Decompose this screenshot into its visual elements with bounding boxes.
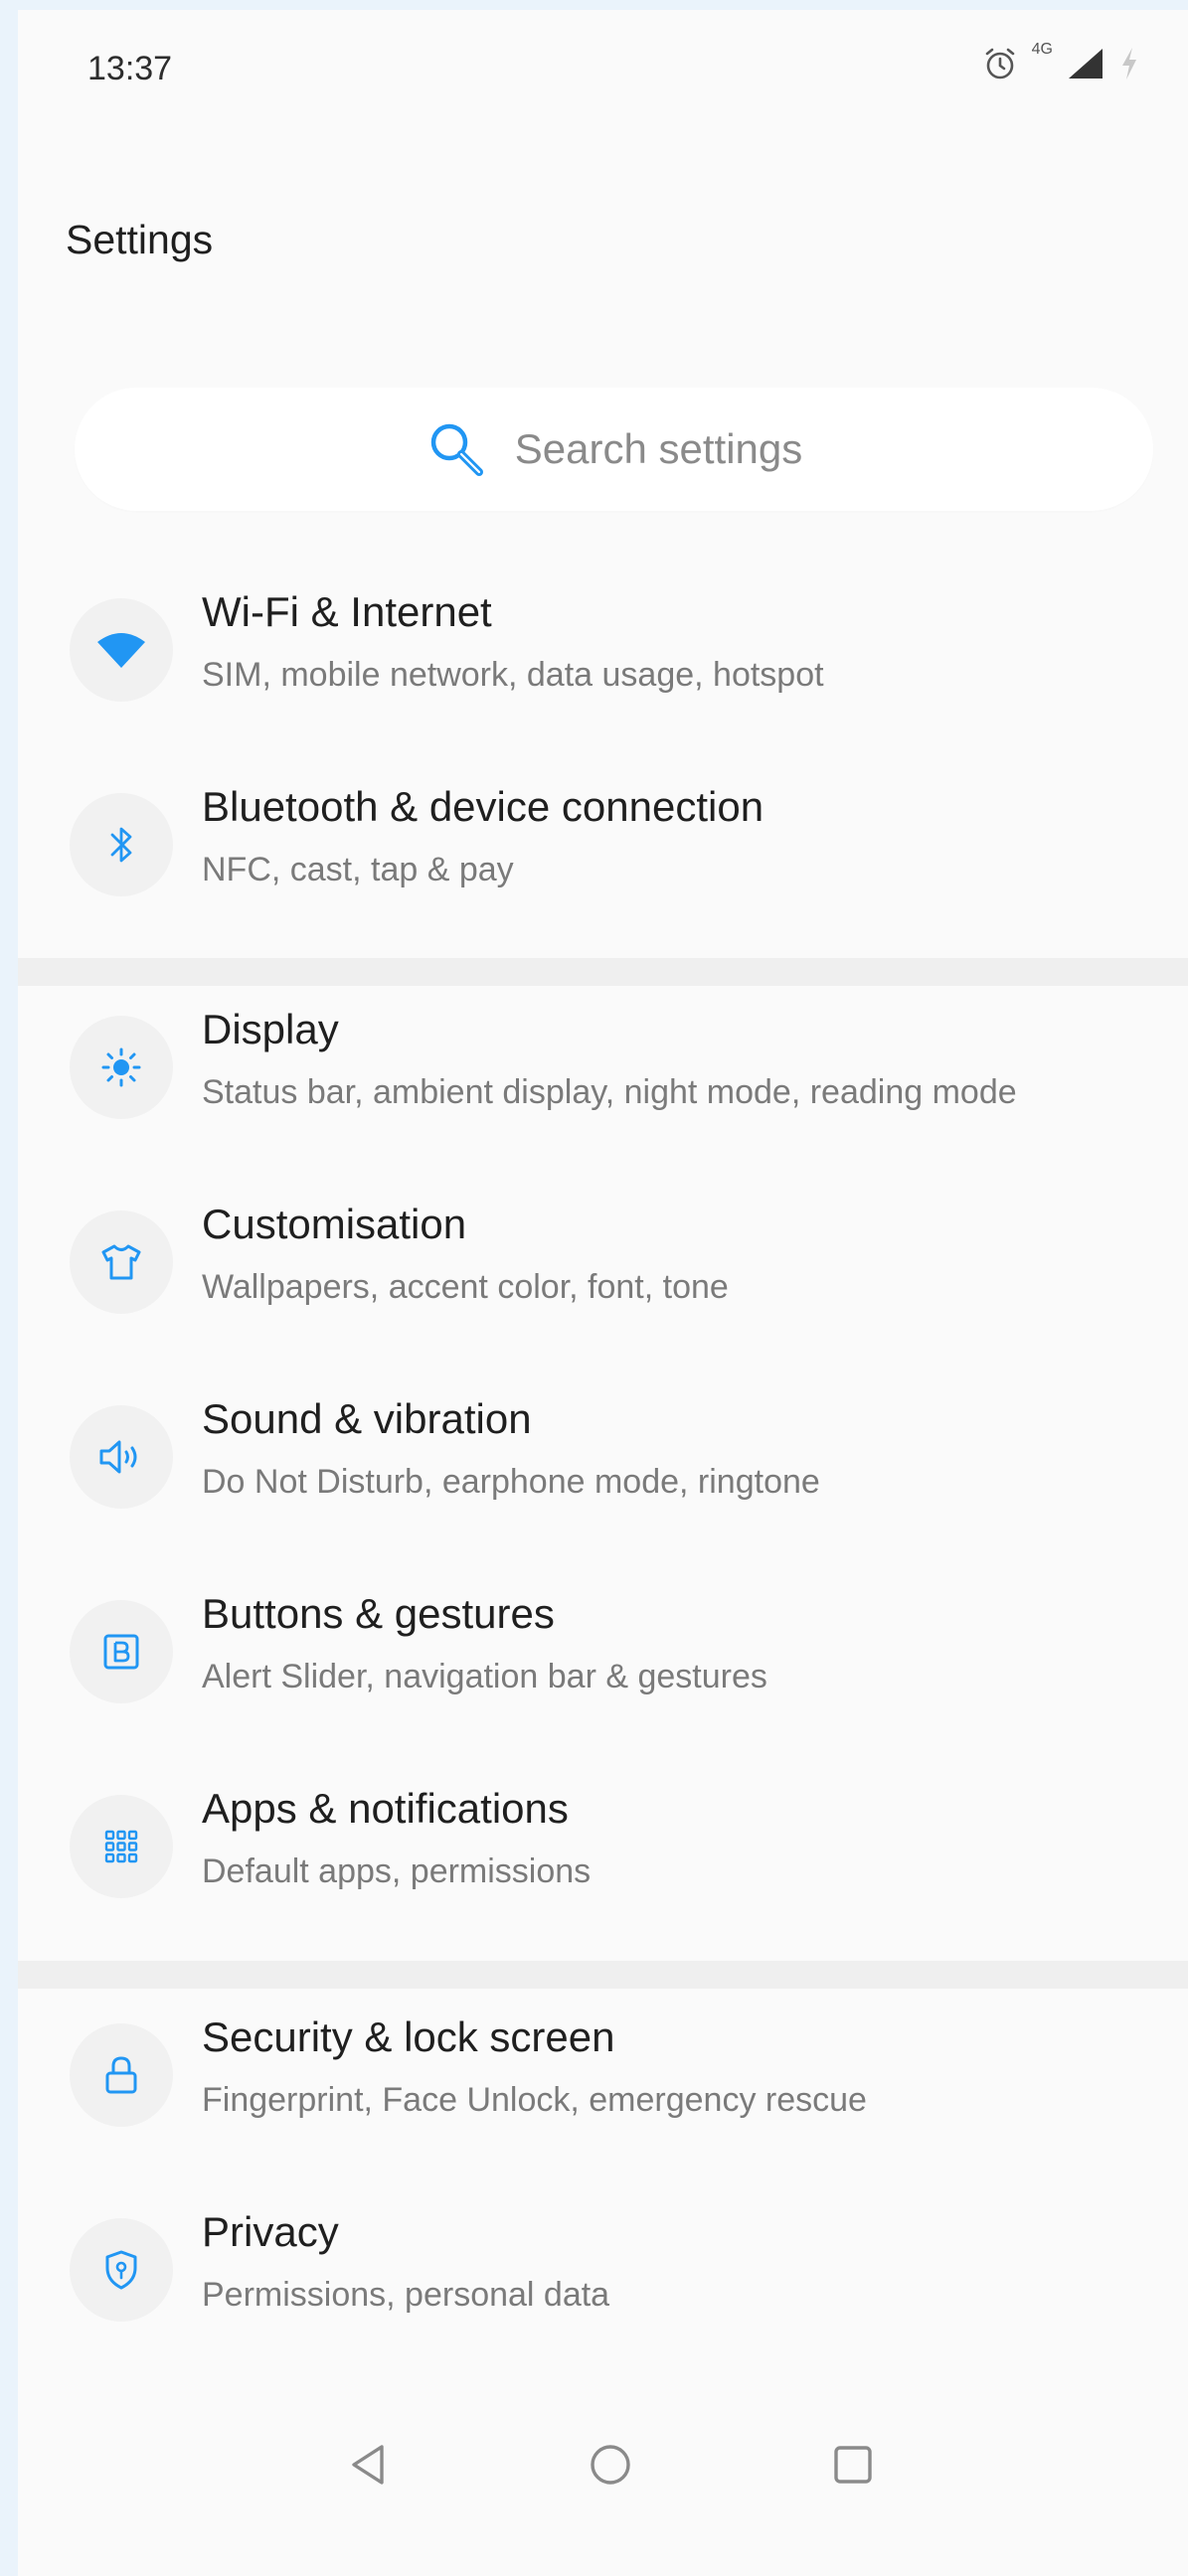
settings-item-bluetooth[interactable]: Bluetooth & device connection NFC, cast,…	[18, 747, 1188, 942]
wifi-icon	[70, 598, 173, 702]
status-bar: 13:37 4G	[18, 10, 1188, 119]
settings-item-security-lock-screen[interactable]: Security & lock screen Fingerprint, Face…	[18, 1978, 1188, 2173]
item-title: Sound & vibration	[202, 1395, 532, 1442]
search-placeholder: Search settings	[514, 425, 803, 472]
item-title: Wi-Fi & Internet	[202, 588, 492, 635]
settings-item-display[interactable]: Display Status bar, ambient display, nig…	[18, 970, 1188, 1165]
item-title: Display	[202, 1006, 339, 1052]
alarm-icon	[982, 46, 1018, 81]
back-icon[interactable]	[328, 2425, 408, 2504]
network-type-label: 4G	[1031, 41, 1053, 58]
search-icon	[425, 418, 487, 480]
settings-item-customisation[interactable]: Customisation Wallpapers, accent color, …	[18, 1165, 1188, 1360]
bluetooth-icon	[70, 793, 173, 896]
settings-item-buttons-gestures[interactable]: Buttons & gestures Alert Slider, navigat…	[18, 1554, 1188, 1749]
item-subtitle: Fingerprint, Face Unlock, emergency resc…	[202, 2081, 867, 2119]
item-title: Privacy	[202, 2208, 339, 2255]
settings-item-apps-notifications[interactable]: Apps & notifications Default apps, permi…	[18, 1749, 1188, 1944]
button-b-icon	[70, 1600, 173, 1703]
item-subtitle: Status bar, ambient display, night mode,…	[202, 1073, 1017, 1111]
status-icons: 4G	[982, 41, 1140, 81]
item-subtitle: Do Not Disturb, earphone mode, ringtone	[202, 1463, 820, 1501]
settings-screen: 13:37 4G Settings Search settings Wi-Fi …	[18, 10, 1188, 2576]
lock-icon	[70, 2023, 173, 2127]
item-title: Bluetooth & device connection	[202, 783, 764, 830]
navigation-bar	[18, 2405, 1188, 2524]
settings-group-device: Display Status bar, ambient display, nig…	[18, 970, 1188, 1944]
signal-icon	[1067, 47, 1104, 80]
status-time: 13:37	[87, 50, 173, 87]
shield-icon	[70, 2218, 173, 2322]
item-subtitle: Permissions, personal data	[202, 2276, 610, 2314]
item-subtitle: Wallpapers, accent color, font, tone	[202, 1268, 729, 1306]
settings-group-security: Security & lock screen Fingerprint, Face…	[18, 1978, 1188, 2367]
settings-item-wifi-internet[interactable]: Wi-Fi & Internet SIM, mobile network, da…	[18, 553, 1188, 747]
item-subtitle: NFC, cast, tap & pay	[202, 851, 514, 888]
recents-icon[interactable]	[813, 2425, 893, 2504]
item-title: Security & lock screen	[202, 2013, 615, 2060]
item-subtitle: Default apps, permissions	[202, 1852, 592, 1890]
page-title: Settings	[66, 217, 214, 262]
tshirt-icon	[70, 1210, 173, 1314]
apps-grid-icon	[70, 1795, 173, 1898]
speaker-icon	[70, 1405, 173, 1509]
brightness-icon	[70, 1016, 173, 1119]
item-title: Customisation	[202, 1201, 467, 1247]
search-input[interactable]: Search settings	[75, 388, 1153, 511]
charging-icon	[1118, 46, 1140, 81]
item-title: Apps & notifications	[202, 1785, 569, 1832]
settings-item-privacy[interactable]: Privacy Permissions, personal data	[18, 2173, 1188, 2367]
home-icon[interactable]	[571, 2425, 650, 2504]
item-title: Buttons & gestures	[202, 1590, 555, 1637]
settings-item-sound-vibration[interactable]: Sound & vibration Do Not Disturb, earpho…	[18, 1360, 1188, 1554]
item-subtitle: Alert Slider, navigation bar & gestures	[202, 1658, 767, 1695]
item-subtitle: SIM, mobile network, data usage, hotspot	[202, 656, 824, 694]
settings-group-connectivity: Wi-Fi & Internet SIM, mobile network, da…	[18, 553, 1188, 942]
